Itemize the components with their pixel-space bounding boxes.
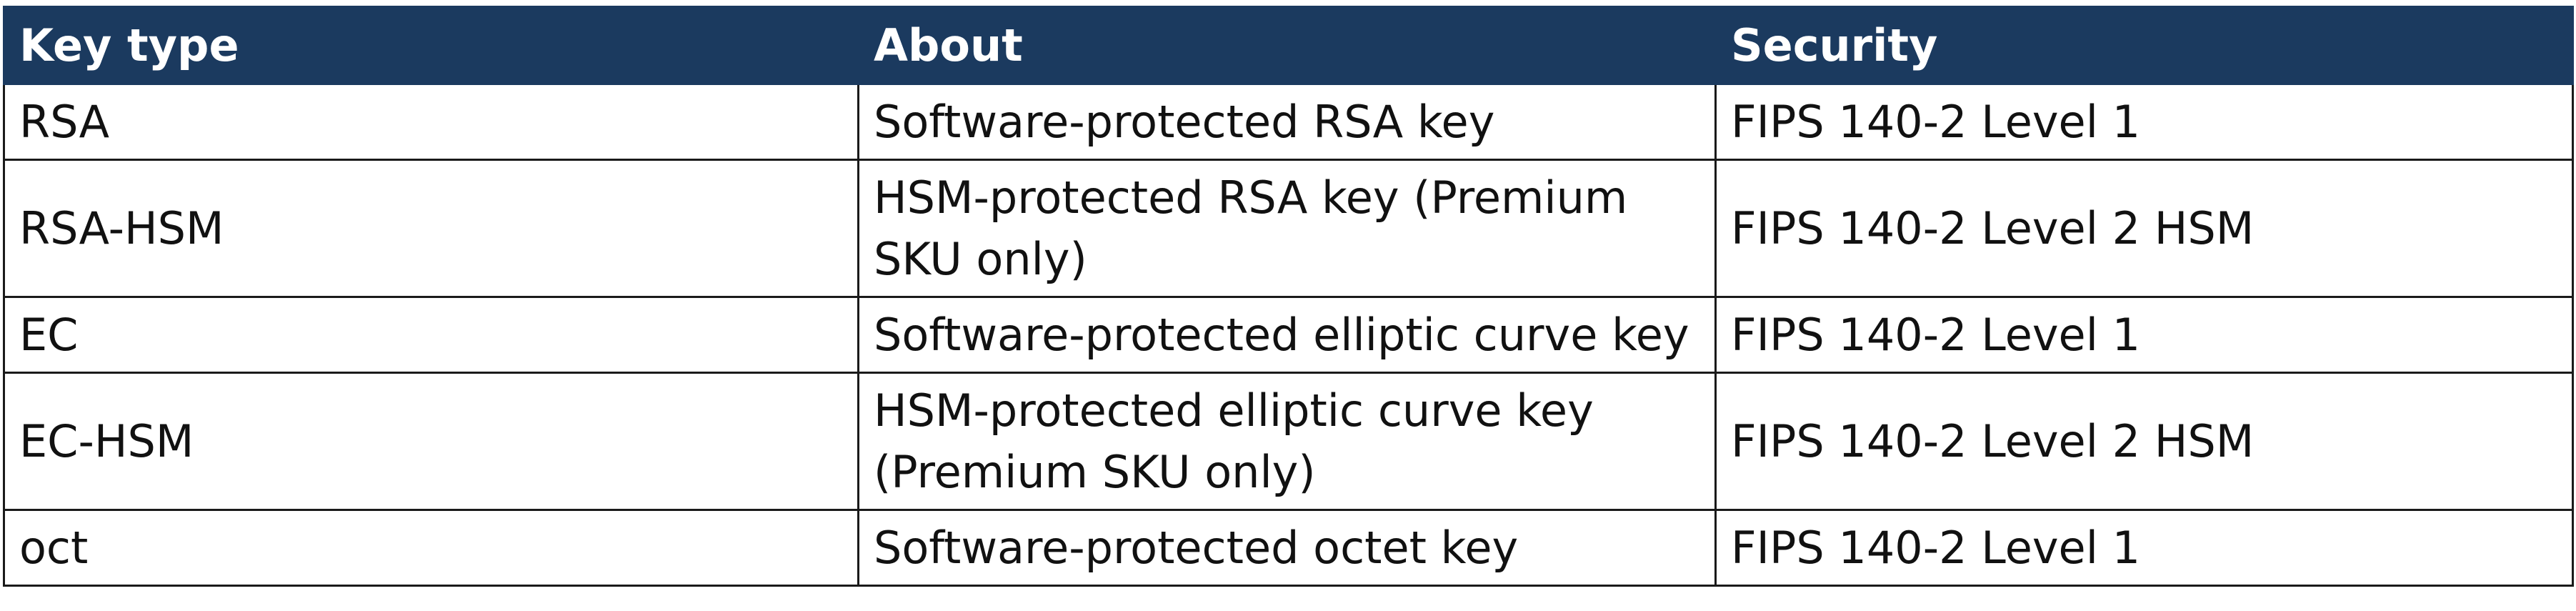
table-header: Key type About Security bbox=[3, 6, 2574, 85]
header-about: About bbox=[857, 6, 1717, 85]
table-row: EC-HSM HSM-protected elliptic curve key … bbox=[3, 372, 2574, 511]
cell-about: Software-protected RSA key bbox=[857, 83, 1717, 161]
table-row: RSA Software-protected RSA key FIPS 140-… bbox=[3, 83, 2574, 161]
cell-about: Software-protected octet key bbox=[857, 509, 1717, 587]
cell-security: FIPS 140-2 Level 2 HSM bbox=[1714, 159, 2574, 298]
cell-key-type: EC bbox=[3, 296, 859, 374]
cell-security: FIPS 140-2 Level 1 bbox=[1714, 296, 2574, 374]
cell-key-type: RSA-HSM bbox=[3, 159, 859, 298]
header-key-type: Key type bbox=[3, 6, 859, 85]
cell-key-type: RSA bbox=[3, 83, 859, 161]
table-row: EC Software-protected elliptic curve key… bbox=[3, 296, 2574, 374]
table-row: oct Software-protected octet key FIPS 14… bbox=[3, 509, 2574, 587]
key-types-table: Key type About Security RSA Software-pro… bbox=[3, 6, 2574, 587]
header-security: Security bbox=[1714, 6, 2574, 85]
cell-security: FIPS 140-2 Level 1 bbox=[1714, 509, 2574, 587]
header-row: Key type About Security bbox=[3, 6, 2574, 85]
cell-about: Software-protected elliptic curve key bbox=[857, 296, 1717, 374]
table-body: RSA Software-protected RSA key FIPS 140-… bbox=[3, 83, 2574, 587]
cell-security: FIPS 140-2 Level 2 HSM bbox=[1714, 372, 2574, 511]
cell-about: HSM-protected RSA key (Premium SKU only) bbox=[857, 159, 1717, 298]
cell-key-type: oct bbox=[3, 509, 859, 587]
cell-key-type: EC-HSM bbox=[3, 372, 859, 511]
table-row: RSA-HSM HSM-protected RSA key (Premium S… bbox=[3, 159, 2574, 298]
cell-about: HSM-protected elliptic curve key (Premiu… bbox=[857, 372, 1717, 511]
cell-security: FIPS 140-2 Level 1 bbox=[1714, 83, 2574, 161]
